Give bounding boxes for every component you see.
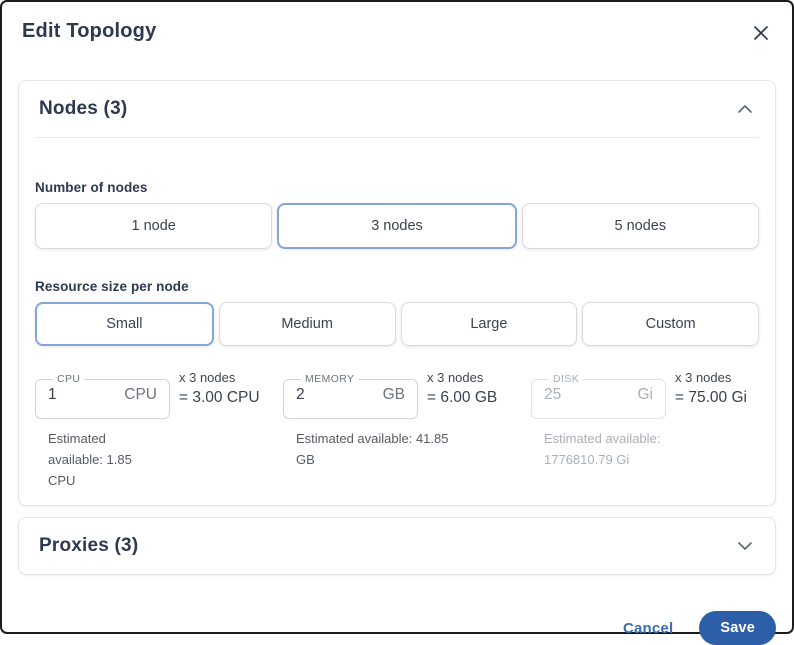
cpu-total: = 3.00 CPU [179,389,260,406]
memory-calculation: x 3 nodes = 6.00 GB [427,368,497,407]
size-option-small[interactable]: Small [35,302,214,346]
disk-multiplier: x 3 nodes [675,370,732,385]
chevron-down-icon [738,542,752,550]
dialog-footer: Cancel Save [18,611,776,645]
nodes-header-divider [35,137,759,138]
disk-total: = 75.00 Gi [675,389,747,406]
nodes-section-title: Nodes (3) [39,98,128,119]
dialog-title: Edit Topology [22,20,157,42]
disk-resource: DISK Gi x 3 nodes = 75.00 Gi Estimated a… [531,368,759,491]
memory-input[interactable] [296,385,356,404]
save-button[interactable]: Save [699,611,776,645]
proxies-section-title: Proxies (3) [39,535,139,556]
resource-size-label: Resource size per node [35,279,189,294]
cpu-input-field: CPU CPU [35,374,170,419]
disk-input-label: DISK [553,373,580,385]
nodes-section: Nodes (3) Number of nodes 1 node 3 nodes… [18,80,776,506]
number-of-nodes-label: Number of nodes [35,180,148,195]
disk-input [544,385,604,404]
resource-size-options: Small Medium Large Custom [35,302,759,346]
dialog-header: Edit Topology [18,18,776,47]
memory-unit-label: GB [382,385,405,403]
resources-row: CPU CPU x 3 nodes = 3.00 CPU Estimated a… [35,368,759,491]
cpu-resource: CPU CPU x 3 nodes = 3.00 CPU Estimated a… [35,368,263,491]
cpu-input-label: CPU [57,373,81,385]
node-count-option-3[interactable]: 3 nodes [277,203,517,249]
nodes-section-content: Number of nodes 1 node 3 nodes 5 nodes R… [19,180,775,505]
memory-resource: MEMORY GB x 3 nodes = 6.00 GB Estimated … [283,368,511,491]
node-count-options: 1 node 3 nodes 5 nodes [35,203,759,249]
size-option-large[interactable]: Large [400,302,578,346]
cpu-input[interactable] [48,385,108,404]
memory-estimated-available: Estimated available: 41.85 GB [296,431,449,467]
proxies-section-header[interactable]: Proxies (3) [19,518,775,574]
disk-calculation: x 3 nodes = 75.00 Gi [675,368,747,407]
edit-topology-dialog: Edit Topology Nodes (3) Number of nodes … [0,0,794,645]
disk-unit-label: Gi [637,385,654,403]
size-option-medium[interactable]: Medium [218,302,396,346]
memory-input-field: MEMORY GB [283,374,418,419]
proxies-section: Proxies (3) [18,517,776,575]
chevron-up-icon [738,105,752,113]
close-icon [754,26,768,40]
size-option-custom[interactable]: Custom [582,302,759,346]
close-button[interactable] [750,22,772,47]
node-count-option-1[interactable]: 1 node [35,203,273,249]
memory-multiplier: x 3 nodes [427,370,484,385]
disk-input-field: DISK Gi [531,374,666,419]
cpu-calculation: x 3 nodes = 3.00 CPU [179,368,260,407]
memory-input-label: MEMORY [305,373,355,385]
cpu-multiplier: x 3 nodes [179,370,236,385]
disk-estimated-available: Estimated available: 1776810.79 Gi [544,431,661,467]
cpu-estimated-available: Estimated available: 1.85 CPU [48,431,132,488]
memory-total: = 6.00 GB [427,389,498,406]
cpu-unit-label: CPU [124,385,157,403]
node-count-option-5[interactable]: 5 nodes [521,203,759,249]
nodes-section-header[interactable]: Nodes (3) [19,81,775,137]
